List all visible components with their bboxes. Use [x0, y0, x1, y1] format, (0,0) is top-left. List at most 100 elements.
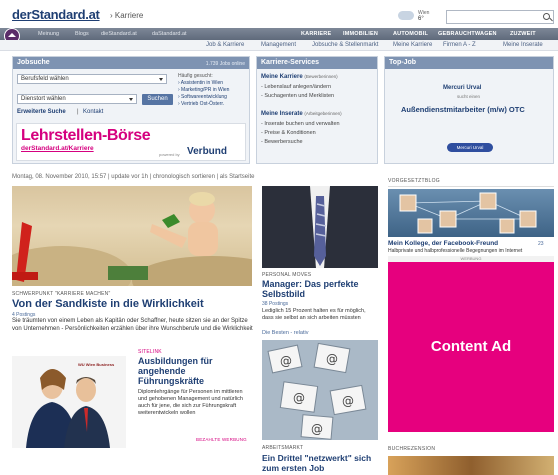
svg-text:@: @ [326, 352, 338, 366]
subnav-meine-karriere[interactable]: Meine Karriere [393, 42, 432, 48]
lehrstellen-banner[interactable]: Lehrstellen-Börse derStandard.at/Karrier… [16, 123, 246, 161]
popular-link[interactable]: › Marketing/PR in Wien [178, 87, 248, 94]
popular-link[interactable]: › Assistentin in Wien [178, 80, 248, 87]
powered-by: powered by [159, 152, 180, 157]
vorgesetzt-count[interactable]: 23 [538, 241, 544, 247]
main-story-kicker: SCHWERPUNKT "KARRIERE MACHEN" [12, 291, 111, 297]
personal-moves-postings[interactable]: 38 Postings [262, 301, 288, 307]
topjob-company-logo: Mercuri Urval [443, 85, 482, 91]
vorgesetzt-text: Halbprivate und halbprofessionelle Begeg… [388, 248, 523, 254]
meine-karriere-link[interactable]: Meine Karriere (Bewerberinnen) [261, 74, 338, 80]
personal-moves-image[interactable] [262, 186, 378, 268]
weather-temp: 6° [418, 16, 424, 22]
business-couple-illustration [12, 356, 126, 448]
subnav-firmen[interactable]: Firmen A - Z [443, 42, 476, 48]
dateline: Montag, 08. November 2010, 15:57 | updat… [12, 174, 255, 180]
sitelink-text: Diplomlehrgänge für Personen im mittlere… [138, 389, 243, 416]
svg-text:@: @ [311, 422, 323, 436]
meine-karriere-label: Meine Karriere [261, 74, 303, 80]
nav-diestandard[interactable]: dieStandard.at [101, 31, 137, 37]
banner-sub: derStandard.at/Karriere [21, 145, 94, 152]
popular-searches: Häufig gesucht: › Assistentin in Wien › … [178, 73, 248, 108]
email-network-illustration: @ @ @ @ @ [262, 340, 378, 440]
preise-link[interactable]: - Preise & Konditionen [261, 130, 316, 136]
sitelink-image[interactable]: WU Wien Business [12, 356, 126, 448]
search-input[interactable] [446, 10, 554, 24]
meine-inserate-note: (Arbeitgeberinnen) [304, 111, 342, 116]
nav-karriere[interactable]: KARRIERE [301, 31, 331, 37]
search-button[interactable]: Suchen [142, 94, 173, 105]
jobsuche-title: Jobsuche 1.739 Jobs online [13, 57, 249, 69]
main-story-title[interactable]: Von der Sandkiste in die Wirklichkeit [12, 298, 204, 310]
main-story-image[interactable] [12, 186, 252, 286]
personal-moves-link[interactable]: Die Besten - relativ [262, 330, 308, 336]
berufsfeld-value: Berufsfeld wählen [21, 76, 69, 82]
divider: | [77, 109, 79, 115]
sponsored-tag: BEZAHLTE WERBUNG [196, 437, 247, 442]
popular-link[interactable]: › Softwareentwicklung [178, 94, 248, 101]
chevron-down-icon [129, 98, 133, 101]
nav-meinung[interactable]: Meinung [38, 31, 59, 37]
site-header: derStandard.at › Karriere Wien 6° [0, 0, 558, 28]
child-illustration [12, 192, 218, 282]
subnav-job-karriere[interactable]: Job & Karriere [206, 42, 244, 48]
job-count: 1.739 Jobs online [205, 61, 245, 67]
site-logo[interactable]: derStandard.at [12, 7, 100, 22]
content-ad[interactable]: Content Ad [388, 262, 554, 432]
lebenslauf-link[interactable]: - Lebenslauf anlegen/ändern [261, 84, 331, 90]
topjob-panel[interactable]: Top-Job Mercuri Urval sucht einen Außend… [384, 56, 554, 164]
sponsor-logo: Verbund [187, 146, 228, 157]
buchrezension-heading: BUCHREZENSION [388, 446, 436, 452]
social-network-illustration [399, 192, 537, 234]
content-ad-text: Content Ad [430, 338, 512, 355]
arbeitsmarkt-image[interactable]: @ @ @ @ @ [262, 340, 378, 440]
nav-gebrauchtwagen[interactable]: GEBRAUCHTWAGEN [438, 31, 497, 37]
suchagenten-link[interactable]: - Suchagenten und Merklisten [261, 93, 334, 99]
breadcrumb[interactable]: › Karriere [110, 11, 143, 20]
topjob-badge: Mercuri Urval [447, 143, 493, 152]
main-story-teaser: Sie träumten von einem Leben als Kapitän… [12, 318, 253, 332]
berufsfeld-select[interactable]: Berufsfeld wählen [17, 74, 167, 84]
dienstort-value: Dienstort wählen [21, 96, 66, 102]
buchrezension-image[interactable] [388, 456, 554, 475]
arbeitsmarkt-title[interactable]: Ein Drittel "netzwerkt" sich zum ersten … [262, 453, 380, 473]
popular-link[interactable]: › Vertrieb Ost-Österr. [178, 101, 248, 108]
sitelink-image-label: WU Wien Business [78, 362, 115, 367]
karriere-services-title: Karriere-Services [257, 57, 377, 69]
nav-dastandard[interactable]: daStandard.at [152, 31, 187, 37]
weather-widget[interactable]: Wien 6° [398, 10, 440, 24]
vorgesetzt-title[interactable]: Mein Kollege, der Facebook-Freund [388, 240, 498, 247]
nav-automobil[interactable]: AUTOMOBIL [393, 31, 428, 37]
personal-moves-text: Lediglich 15 Prozent halten es für mögli… [262, 308, 366, 321]
contact-link[interactable]: Kontakt [83, 109, 103, 115]
subnav-management[interactable]: Management [261, 42, 296, 48]
search-icon[interactable] [543, 13, 550, 20]
meine-karriere-note: (Bewerberinnen) [304, 74, 338, 79]
main-nav: Meinung Blogs dieStandard.at daStandard.… [0, 28, 558, 44]
jobsuche-panel: Jobsuche 1.739 Jobs online Berufsfeld wä… [12, 56, 250, 164]
svg-text:@: @ [280, 354, 292, 368]
jobsuche-heading: Jobsuche [17, 59, 50, 66]
topjob-position[interactable]: Außendienstmitarbeiter (m/w) OTC [401, 105, 525, 114]
advanced-search-link[interactable]: Erweiterte Suche [17, 109, 66, 115]
cloud-icon [398, 11, 414, 20]
inserate-buchen-link[interactable]: - Inserate buchen und verwalten [261, 121, 340, 127]
sitelink-kicker: SITELINK [138, 349, 162, 355]
meine-inserate-link[interactable]: Meine Inserate (Arbeitgeberinnen) [261, 111, 342, 117]
personal-moves-title[interactable]: Manager: Das perfekte Selbstbild [262, 279, 378, 299]
svg-text:@: @ [342, 394, 354, 408]
subnav-jobsuche[interactable]: Jobsuche & Stellenmarkt [312, 42, 378, 48]
topjob-title: Top-Job [385, 57, 553, 69]
sitelink-title[interactable]: Ausbildungen für angehende Führungskräft… [138, 356, 252, 386]
karriere-services-panel: Karriere-Services Meine Karriere (Bewerb… [256, 56, 378, 164]
meine-inserate-label: Meine Inserate [261, 111, 303, 117]
topjob-sub: sucht einen [457, 94, 481, 99]
nav-zuzweit[interactable]: ZUZWEIT [510, 31, 536, 37]
svg-text:@: @ [293, 391, 305, 405]
nav-immobilien[interactable]: IMMOBILIEN [343, 31, 378, 37]
dienstort-select[interactable]: Dienstort wählen [17, 94, 137, 104]
nav-blogs[interactable]: Blogs [75, 31, 89, 37]
subnav-meine-inserate[interactable]: Meine Inserate [503, 42, 543, 48]
vorgesetzt-image[interactable] [388, 189, 554, 237]
bewerbersuche-link[interactable]: - Bewerbersuche [261, 139, 303, 145]
